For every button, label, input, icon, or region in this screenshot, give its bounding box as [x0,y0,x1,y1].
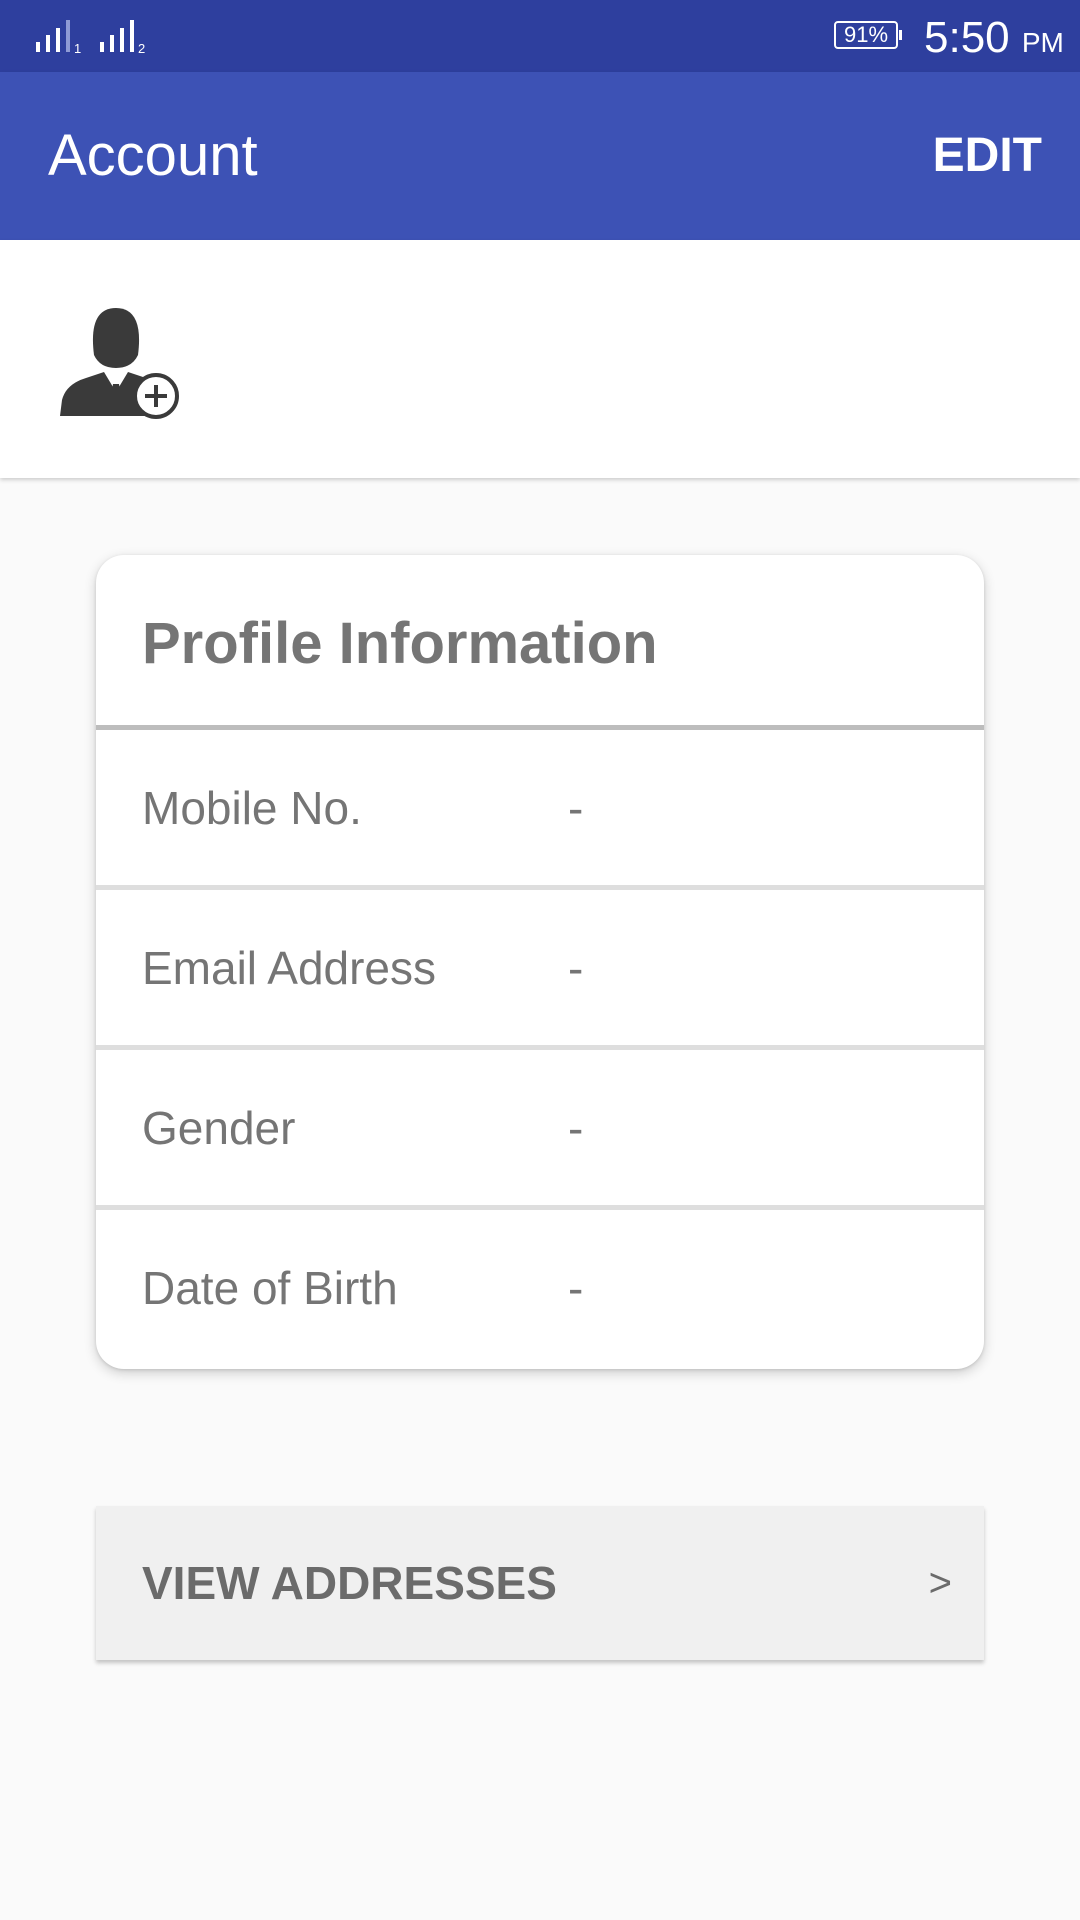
mobile-label: Mobile No. [142,782,362,834]
dob-row: Date of Birth - [96,1210,984,1365]
dob-value: - [568,1262,584,1314]
page-title: Account [48,123,258,188]
gender-label: Gender [142,1102,296,1154]
clock-time: 5:50 [924,13,1010,62]
gender-row: Gender - [96,1050,984,1205]
add-user-avatar-icon[interactable] [60,300,180,420]
email-label: Email Address [142,942,437,994]
clock-ampm: PM [1021,27,1064,58]
chevron-right-icon: > [928,1561,952,1605]
dob-label: Date of Birth [142,1262,398,1314]
view-addresses-label: VIEW ADDRESSES [142,1557,557,1609]
gender-value: - [568,1102,584,1154]
sim1-label: 1 [74,41,81,54]
avatar-panel [0,240,1080,478]
signal-sim1-icon: 1 [36,20,81,54]
profile-information-card: Profile Information Mobile No. - Email A… [96,555,984,1369]
email-value: - [568,942,584,994]
app-bar: Account EDIT [0,72,1080,240]
email-row: Email Address - [96,890,984,1045]
status-bar: 1 2 91% 5:50 PM [0,0,1080,72]
card-title: Profile Information [142,611,658,676]
status-clock: 5:50 PM [924,10,1064,71]
sim2-label: 2 [138,41,145,54]
edit-button[interactable]: EDIT [933,128,1042,184]
mobile-row: Mobile No. - [96,730,984,885]
mobile-value: - [568,782,584,834]
battery-indicator: 91% [834,21,902,49]
view-addresses-button[interactable]: VIEW ADDRESSES > [96,1506,984,1660]
signal-sim2-icon: 2 [100,20,145,54]
